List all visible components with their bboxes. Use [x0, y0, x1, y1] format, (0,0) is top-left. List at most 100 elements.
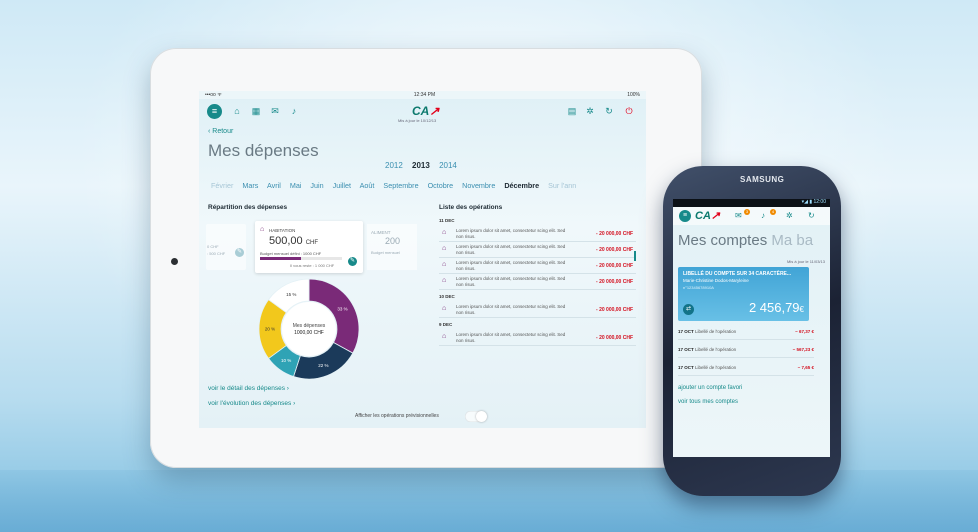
- month-item[interactable]: Avril: [267, 181, 281, 190]
- operation-row[interactable]: ⌂ Lorem ipsum dolor sit amet, consectetur…: [439, 226, 636, 242]
- brand-logo[interactable]: CA↗: [695, 209, 720, 222]
- operation-amount: - 20 000,00 CHF: [596, 279, 633, 285]
- status-signal: •••oo ᯤ: [205, 92, 222, 98]
- operation-text: Lorem ipsum dolor sit amet, consectetur …: [456, 260, 566, 271]
- month-item[interactable]: Février: [211, 181, 233, 190]
- month-item[interactable]: Mai: [290, 181, 302, 190]
- category-name: HABITATION: [269, 228, 296, 233]
- donut-slice-label: 22 %: [318, 363, 328, 368]
- month-item-selected[interactable]: Décembre: [504, 181, 539, 190]
- bell-icon[interactable]: ♪: [289, 106, 299, 116]
- month-item[interactable]: Octobre: [428, 181, 454, 190]
- account-number: n°12345678910A: [683, 285, 714, 290]
- operations-scrollbar[interactable]: [634, 251, 636, 261]
- tablet-status-bar: •••oo ᯤ 12:34 PM 100%: [199, 91, 646, 99]
- month-item[interactable]: Novembre: [462, 181, 495, 190]
- operation-row[interactable]: ⌂ Lorem ipsum dolor sit amet, consectetur…: [439, 330, 636, 346]
- phone-toolbar: ≡ CA↗ ✉ 3 ♪ 4 ✲ ↻: [673, 207, 830, 225]
- year-2014[interactable]: 2014: [439, 161, 457, 170]
- op-label: Libellé de l'opération: [695, 347, 737, 352]
- toggle-knob: [476, 411, 487, 422]
- operation-amount: - 20 000,00 CHF: [596, 263, 633, 269]
- category-card-habitation[interactable]: ⌂ HABITATION 500,00 CHF Budget mensuel d…: [255, 221, 363, 273]
- operation-row[interactable]: ⌂ Lorem ipsum dolor sit amet, consectetur…: [439, 258, 636, 274]
- bell-icon[interactable]: ♪: [761, 211, 765, 220]
- operations-list: 11 DEC ⌂ Lorem ipsum dolor sit amet, conse…: [439, 214, 636, 346]
- operation-row[interactable]: ⌂ Lorem ipsum dolor sit amet, consectetur…: [439, 302, 636, 318]
- mail-icon[interactable]: ✉: [270, 106, 280, 116]
- category-card-previous[interactable]: 0 CHF : 500 CHF ✎: [206, 224, 246, 270]
- operations-title: Liste des opérations: [439, 204, 503, 211]
- prev-card-line1: 0 CHF: [207, 244, 219, 249]
- all-accounts-link[interactable]: voir tous mes comptes: [678, 399, 738, 405]
- phone-operation-row[interactable]: 17 OCT Libellé de l'opération − 7,65 €: [678, 360, 814, 376]
- month-selector: Février Mars Avril Mai Juin Juillet Août…: [211, 181, 583, 190]
- edit-budget-icon[interactable]: ✎: [348, 257, 357, 266]
- phone-logo-text: CA: [695, 210, 711, 222]
- house-icon: ⌂: [260, 226, 265, 233]
- operation-row[interactable]: ⌂ Lorem ipsum dolor sit amet, consectetur…: [439, 242, 636, 258]
- phone-operation-row[interactable]: 17 OCT Libellé de l'opération − 567,23 €: [678, 342, 814, 358]
- month-item[interactable]: Septembre: [383, 181, 418, 190]
- add-favorite-account-link[interactable]: ajouter un compte favori: [678, 385, 742, 391]
- budget-remaining: Il vous reste : 1 000 CHF: [290, 263, 335, 268]
- operation-text: Lorem ipsum dolor sit amet, consectetur …: [456, 228, 566, 239]
- tablet-screen: •••oo ᯤ 12:34 PM 100% ≡ ⌂ ▦ ✉ ♪ CA↗ Mis …: [199, 91, 646, 428]
- expense-evolution-link[interactable]: voir l'évolution des dépenses ›: [208, 400, 295, 407]
- forecast-toggle[interactable]: [465, 411, 487, 422]
- account-balance-value: 2 456,79: [748, 300, 800, 315]
- prev-card-action-icon[interactable]: ✎: [235, 248, 244, 257]
- category-card-next[interactable]: ALIMENT 200 Budget mensuel: [367, 224, 417, 270]
- month-item[interactable]: Sur l'ann: [548, 181, 576, 190]
- brand-logo[interactable]: CA↗: [412, 104, 439, 118]
- operation-row[interactable]: ⌂ Lorem ipsum dolor sit amet, consectetur…: [439, 274, 636, 290]
- back-label: Retour: [212, 128, 234, 135]
- calendar-icon[interactable]: ▦: [251, 106, 261, 116]
- operation-amount: - 20 000,00 CHF: [596, 247, 633, 253]
- phone-title-next[interactable]: Ma ba: [771, 232, 813, 249]
- next-card-amount: 200: [385, 236, 401, 246]
- prev-card-line2: : 500 CHF: [207, 251, 226, 256]
- home-icon[interactable]: ⌂: [232, 106, 242, 116]
- operation-text: Lorem ipsum dolor sit amet, consectetur …: [456, 332, 566, 343]
- month-item[interactable]: Mars: [242, 181, 258, 190]
- house-icon: ⌂: [442, 277, 447, 284]
- tablet-toolbar: ≡ ⌂ ▦ ✉ ♪ CA↗ Mis à jour le 10/12/13 ▤ ✲…: [199, 102, 646, 123]
- donut-center: [282, 302, 336, 356]
- phone-operation-row[interactable]: 17 OCT Libellé de l'opération − 67,37 €: [678, 324, 814, 340]
- year-2012[interactable]: 2012: [385, 161, 403, 170]
- phone-title-text: Mes comptes: [678, 232, 768, 249]
- donut-center-value: 1000,00 CHF: [294, 330, 324, 336]
- house-icon: ⌂: [442, 305, 447, 312]
- mail-badge: 3: [744, 209, 750, 215]
- house-icon: ⌂: [442, 261, 447, 268]
- power-icon[interactable]: ⏻: [624, 106, 634, 116]
- phone-status-bar: ▾◢ ▮ 12:00: [673, 199, 830, 207]
- expense-detail-link[interactable]: voir le détail des dépenses ›: [208, 385, 289, 392]
- menu-icon[interactable]: ≡: [679, 210, 691, 222]
- month-item[interactable]: Août: [360, 181, 375, 190]
- mail-icon[interactable]: ✉: [735, 211, 742, 220]
- category-amount-value: 500,00: [269, 235, 303, 247]
- gear-icon[interactable]: ✲: [786, 211, 793, 220]
- expenses-donut-chart[interactable]: 33 % 22 % 10 % 20 % 15 % Mes dépenses1000,00 …: [257, 277, 361, 381]
- status-time: 12:34 PM: [413, 92, 436, 98]
- back-link[interactable]: ‹ Retour: [208, 128, 233, 135]
- logo-text: CA: [412, 104, 430, 118]
- operation-amount: - 20 000,00 CHF: [596, 231, 633, 237]
- refresh-icon[interactable]: ↻: [808, 211, 815, 220]
- month-item[interactable]: Juin: [310, 181, 323, 190]
- menu-icon[interactable]: ≡: [207, 104, 222, 119]
- phone-page-title: Mes comptes Ma ba: [678, 232, 813, 249]
- year-2013[interactable]: 2013: [412, 161, 430, 170]
- transfer-icon[interactable]: ⇄: [683, 304, 694, 315]
- op-date: 17 OCT: [678, 329, 694, 334]
- refresh-icon[interactable]: ↻: [604, 106, 614, 116]
- month-item[interactable]: Juillet: [333, 181, 351, 190]
- op-date: 17 OCT: [678, 347, 694, 352]
- repartition-title: Répartition des dépenses: [208, 204, 288, 211]
- account-card[interactable]: LIBELLÉ DU COMPTE SUR 34 CARACTÈRE... Ma…: [678, 267, 809, 321]
- gear-icon[interactable]: ✲: [585, 106, 595, 116]
- phone-brand: SAMSUNG: [740, 175, 785, 184]
- calculator-icon[interactable]: ▤: [567, 106, 577, 116]
